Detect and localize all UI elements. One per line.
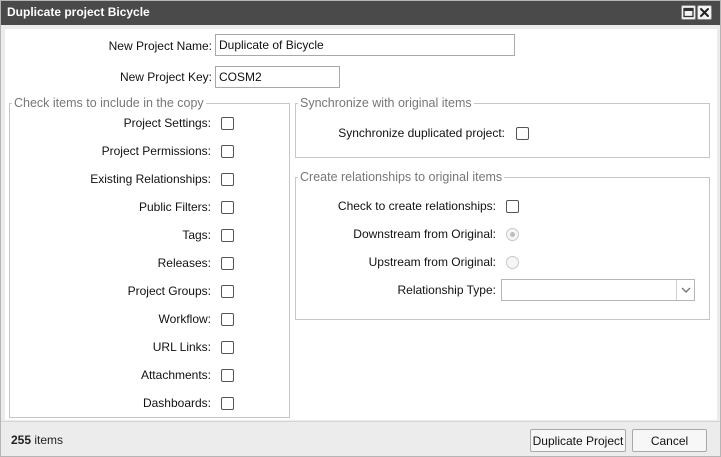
downstream-radio[interactable]	[506, 228, 519, 241]
public-filters-label: Public Filters:	[138, 200, 211, 214]
existing-relationships-label: Existing Relationships:	[90, 172, 211, 186]
attachments-label: Attachments:	[140, 368, 211, 382]
project-settings-label: Project Settings:	[123, 116, 211, 130]
create-relationships-checkbox[interactable]	[506, 200, 519, 213]
releases-checkbox[interactable]	[221, 257, 234, 270]
workflow-checkbox[interactable]	[221, 313, 234, 326]
item-count-suffix: items	[34, 433, 64, 447]
tags-checkbox[interactable]	[221, 229, 234, 242]
existing-relationships-checkbox[interactable]	[221, 173, 234, 186]
synchronize-checkbox[interactable]	[516, 127, 529, 140]
upstream-radio[interactable]	[506, 256, 519, 269]
window-icon[interactable]	[681, 5, 696, 20]
synchronize-legend: Synchronize with original items	[300, 96, 472, 110]
project-settings-checkbox[interactable]	[221, 117, 234, 130]
dialog-footer: 255 items Duplicate Project Cancel	[1, 421, 720, 456]
releases-label: Releases:	[157, 256, 211, 270]
attachments-checkbox[interactable]	[221, 369, 234, 382]
url-links-checkbox[interactable]	[221, 341, 234, 354]
project-groups-checkbox[interactable]	[221, 285, 234, 298]
dashboards-checkbox[interactable]	[221, 397, 234, 410]
dialog-title: Duplicate project Bicycle	[7, 5, 150, 19]
public-filters-checkbox[interactable]	[221, 201, 234, 214]
project-groups-label: Project Groups:	[127, 284, 211, 298]
relationships-legend: Create relationships to original items	[300, 170, 503, 184]
relationship-type-label: Relationship Type:	[397, 283, 496, 297]
chevron-down-icon[interactable]	[676, 280, 694, 300]
duplicate-project-button[interactable]: Duplicate Project	[530, 429, 626, 452]
relationship-type-select[interactable]	[501, 279, 695, 301]
upstream-label: Upstream from Original:	[368, 255, 496, 269]
project-key-label: New Project Key:	[119, 70, 212, 84]
item-count: 255 items	[11, 433, 63, 447]
cancel-button[interactable]: Cancel	[632, 429, 707, 452]
project-name-input[interactable]	[215, 34, 515, 56]
dashboards-label: Dashboards:	[142, 396, 211, 410]
copy-items-legend: Check items to include in the copy	[14, 96, 204, 110]
dialog-body: New Project Name: New Project Key: Check…	[5, 29, 717, 420]
project-key-input[interactable]	[215, 66, 340, 88]
project-permissions-label: Project Permissions:	[101, 144, 211, 158]
synchronize-label: Synchronize duplicated project:	[338, 126, 505, 140]
tags-label: Tags:	[182, 228, 211, 242]
url-links-label: URL Links:	[152, 340, 211, 354]
workflow-label: Workflow:	[158, 312, 211, 326]
title-bar[interactable]: Duplicate project Bicycle	[1, 1, 720, 25]
create-relationships-label: Check to create relationships:	[337, 199, 496, 213]
close-icon[interactable]	[697, 5, 712, 20]
project-permissions-checkbox[interactable]	[221, 145, 234, 158]
downstream-label: Downstream from Original:	[353, 227, 496, 241]
item-count-number: 255	[11, 433, 32, 447]
project-name-label: New Project Name:	[108, 39, 212, 53]
duplicate-project-dialog: Duplicate project Bicycle New Project Na…	[0, 0, 721, 457]
